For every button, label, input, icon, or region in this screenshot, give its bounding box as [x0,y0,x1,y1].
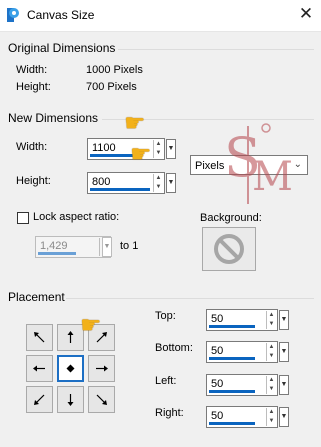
placement-bottom-button[interactable] [57,386,84,413]
spin-down-icon[interactable]: ▼ [267,352,276,361]
spin-down-icon[interactable]: ▼ [267,320,276,329]
top-offset-label: Top: [155,310,176,322]
aspect-ratio-slider-bar [38,252,76,255]
center-dot-icon [66,364,75,373]
right-offset-slider-bar[interactable] [209,422,255,425]
divider [118,49,314,50]
arrow-down-right-icon [96,394,107,405]
placement-top-left-button[interactable] [26,324,53,351]
arrow-down-left-icon [34,394,45,405]
placement-header: Placement [8,290,65,304]
pointing-hand-icon: ☛ [80,312,102,339]
placement-bottom-left-button[interactable] [26,386,53,413]
right-spin-arrows[interactable]: ▲ ▼ [266,408,276,426]
top-offset-spinbox[interactable]: 50 ▲ ▼ [206,309,278,331]
bottom-spin-arrows[interactable]: ▲ ▼ [266,343,276,361]
spin-up-icon[interactable]: ▲ [267,311,276,320]
arrow-up-left-icon [34,332,45,343]
pointing-hand-icon: ☛ [124,110,146,137]
width-spin-arrows[interactable]: ▲ ▼ [153,140,163,158]
arrow-down-icon [67,394,74,406]
spin-up-icon[interactable]: ▲ [154,140,163,149]
new-height-label: Height: [16,175,51,187]
aspect-ratio-spinbox[interactable]: 1,429 ▲ ▼ [35,236,111,258]
right-offset-spinbox[interactable]: 50 ▲ ▼ [206,406,278,428]
height-spin-arrows[interactable]: ▲ ▼ [153,174,163,192]
bottom-offset-label: Bottom: [155,342,193,354]
bottom-offset-value: 50 [211,345,224,357]
spin-down-icon[interactable]: ▼ [267,417,276,426]
spin-up-icon[interactable]: ▲ [267,343,276,352]
original-height-label: Height: [16,81,51,93]
height-value: 800 [92,176,111,188]
left-offset-label: Left: [155,375,177,387]
close-icon[interactable]: ✕ [294,3,318,27]
arrow-left-icon [33,365,45,372]
width-slider-bar[interactable] [90,154,134,157]
placement-left-button[interactable] [26,355,53,382]
right-offset-value: 50 [211,410,224,422]
new-width-label: Width: [16,141,48,153]
background-color-swatch[interactable] [202,227,256,271]
left-offset-spinbox[interactable]: 50 ▲ ▼ [206,374,278,396]
height-slider-bar[interactable] [90,188,150,191]
bottom-offset-dropdown-button[interactable]: ▼ [279,342,289,362]
left-offset-value: 50 [211,378,224,390]
top-spin-arrows[interactable]: ▲ ▼ [266,311,276,329]
width-dropdown-button[interactable]: ▼ [166,139,176,159]
aspect-ratio-value: 1,429 [40,240,68,252]
width-value: 1100 [92,142,116,154]
width-spinbox[interactable]: 1100 ▲ ▼ [87,138,165,160]
spin-down-icon[interactable]: ▼ [154,183,163,192]
window-title: Canvas Size [27,8,95,22]
left-spin-arrows[interactable]: ▲ ▼ [266,376,276,394]
height-dropdown-button[interactable]: ▼ [166,173,176,193]
app-logo-icon [7,8,19,22]
spin-up-icon[interactable]: ▲ [267,376,276,385]
placement-center-button[interactable] [57,355,84,382]
divider [66,298,314,299]
right-offset-label: Right: [155,407,184,419]
background-label: Background: [200,212,262,224]
spin-up-icon[interactable]: ▲ [154,174,163,183]
lock-aspect-ratio-checkbox[interactable] [17,212,29,224]
placement-right-button[interactable] [88,355,115,382]
new-dimensions-header: New Dimensions [8,111,99,125]
top-offset-slider-bar[interactable] [209,325,255,328]
spin-down-icon[interactable]: ▼ [267,385,276,394]
ratio-suffix-label: to 1 [120,240,139,252]
left-offset-dropdown-button[interactable]: ▼ [279,375,289,395]
original-width-value: 1000 Pixels [86,64,143,76]
bottom-offset-slider-bar[interactable] [209,357,255,360]
pointing-hand-icon: ☛ [130,141,152,168]
left-offset-slider-bar[interactable] [209,390,255,393]
original-dimensions-header: Original Dimensions [8,41,116,55]
bottom-offset-spinbox[interactable]: 50 ▲ ▼ [206,341,278,363]
spin-down-icon[interactable]: ▼ [154,149,163,158]
right-offset-dropdown-button[interactable]: ▼ [279,407,289,427]
no-background-icon [214,234,244,264]
height-spinbox[interactable]: 800 ▲ ▼ [87,172,165,194]
top-offset-dropdown-button[interactable]: ▼ [279,310,289,330]
top-offset-value: 50 [211,313,224,325]
lock-aspect-ratio-label: Lock aspect ratio: [33,211,120,223]
svg-text:M: M [252,154,293,200]
placement-bottom-right-button[interactable] [88,386,115,413]
arrow-right-icon [96,365,108,372]
aspect-ratio-dropdown-button: ▼ [102,237,112,257]
original-width-label: Width: [16,64,48,76]
spin-up-icon[interactable]: ▲ [267,408,276,417]
watermark-logo-icon: S M [224,123,293,204]
original-height-value: 700 Pixels [86,81,137,93]
